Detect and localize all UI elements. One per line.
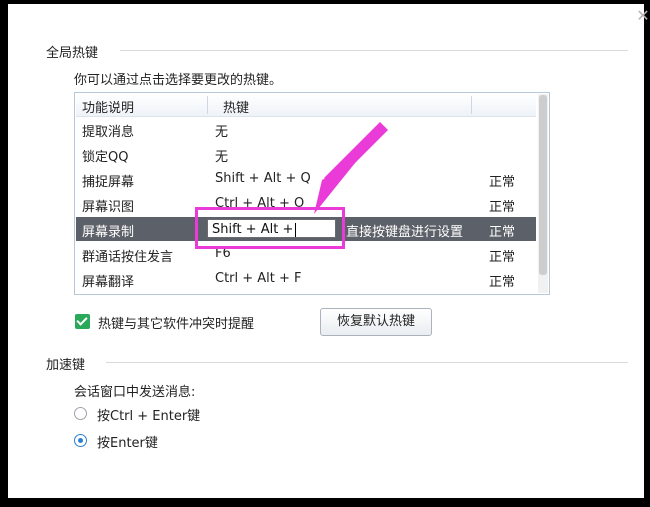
annotation-arrow-icon (314, 122, 388, 214)
restore-defaults-button[interactable]: 恢复默认热键 (320, 308, 432, 336)
radio-enter[interactable] (74, 434, 87, 447)
section-divider (106, 362, 628, 363)
conflict-alert-checkbox[interactable] (75, 314, 90, 329)
accelerators-title: 加速键 (46, 358, 86, 373)
radio-ctrl-enter-label[interactable]: 按Ctrl + Enter键 (97, 405, 200, 424)
radio-enter-label[interactable]: 按Enter键 (97, 432, 158, 451)
radio-ctrl-enter[interactable] (74, 407, 87, 420)
send-message-label: 会话窗口中发送消息: (74, 385, 196, 400)
annotation-arrow-shaft (324, 122, 388, 186)
conflict-alert-label[interactable]: 热键与其它软件冲突时提醒 (98, 313, 254, 332)
